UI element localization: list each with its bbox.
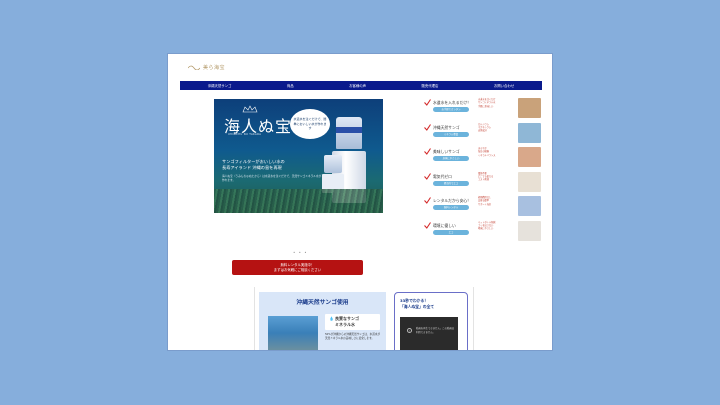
feature-bullet: 天然成分 bbox=[478, 129, 487, 133]
seagrass-background bbox=[214, 189, 383, 213]
feature-title: レンタルだから安心！ bbox=[433, 198, 471, 203]
check-icon bbox=[424, 197, 431, 204]
logo-wave-icon bbox=[188, 65, 200, 70]
feature-bullets: まろやか 毎日の健康 ミネラルバランス bbox=[478, 147, 516, 157]
feature-pill: ミネラル豊富 bbox=[433, 131, 469, 137]
feature-thumbnail bbox=[518, 122, 541, 143]
hero-subtitle: UMINCHU NU TAKARA bbox=[228, 133, 262, 136]
video-error-message: 動画を再生できません。この動画は利用できません。 bbox=[416, 327, 455, 334]
logo-text: 美ら海宝 bbox=[203, 64, 226, 71]
warning-icon: ! bbox=[407, 328, 412, 333]
coral-description: 50%が沖縄からの沖縄天然サンゴは、水道水が天然ミネラル水の美味しさに変化します… bbox=[325, 333, 381, 340]
coral-reef-photo bbox=[268, 316, 318, 350]
video-player[interactable]: ! 動画を再生できません。この動画は利用できません。 bbox=[400, 317, 458, 350]
feature-thumbnail bbox=[518, 220, 541, 241]
feature-pill: 身体にやさしい bbox=[433, 156, 469, 161]
cta-line-2: まずはお気軽にご相談ください bbox=[273, 267, 322, 272]
feature-row[interactable]: 環境に優しい エコ ペットボトル削減 ゴミを出さない 地球にやさしい bbox=[424, 220, 544, 246]
nav-item-reviews[interactable]: お客様の声 bbox=[349, 83, 366, 88]
feature-pill: 経済的でエコ bbox=[433, 180, 469, 186]
feature-bullets: ペットボトル削減 ゴミを出さない 地球にやさしい bbox=[478, 221, 516, 231]
feature-pill: 無料レンタル bbox=[433, 205, 469, 210]
feature-row[interactable]: 電気代ゼロ 経済的でエコ 電源不要 どこでも使える コスト削減 bbox=[424, 171, 544, 197]
feature-title: 美味しいサンゴ bbox=[433, 149, 460, 154]
nav-item-products[interactable]: 商品 bbox=[287, 83, 294, 88]
coral-card: 沖縄天然サンゴ使用 💧 良質なサンゴ ミネラル水 50%が沖縄からの沖縄天然サン… bbox=[259, 292, 386, 350]
feature-bullets: 電源不要 どこでも使える コスト削減 bbox=[478, 172, 516, 182]
site-logo[interactable]: 美ら海宝 bbox=[188, 62, 225, 72]
feature-thumbnail bbox=[518, 196, 541, 216]
feature-bullets: 水道水を注ぐだけ サンゴミネラル水 手軽に美味しい bbox=[478, 98, 516, 108]
nav-item-coral[interactable]: 沖縄天然サンゴ bbox=[208, 83, 232, 88]
video-card: 33秒でわかる！ 「海人ぬ宝」の全て ! 動画を再生できません。この動画は利用で… bbox=[394, 292, 468, 350]
feature-thumbnail bbox=[518, 147, 541, 167]
feature-title: 環境に優しい bbox=[433, 222, 456, 228]
coral-box-title-2: ミネラル水 bbox=[335, 322, 355, 327]
feature-bullets: 初期費用なし 交換も簡単 サポート充実 bbox=[478, 196, 516, 206]
check-icon bbox=[424, 172, 431, 180]
feature-row[interactable]: 水道水を入れるだけ！ お手軽でカンタン 水道水を注ぐだけ サンゴミネラル水 手軽に美味し… bbox=[424, 98, 544, 123]
check-icon bbox=[424, 99, 431, 106]
feature-bullets: カルシウム マグネシウム 天然成分 bbox=[478, 123, 516, 133]
feature-title: 電気代ゼロ bbox=[433, 173, 452, 179]
coral-heading: 沖縄天然サンゴ使用 bbox=[296, 300, 349, 306]
video-title-2: 「海人ぬ宝」の全て bbox=[400, 304, 435, 309]
feature-bullet: サポート充実 bbox=[478, 202, 492, 206]
feature-title: 沖縄天然サンゴ bbox=[433, 124, 460, 130]
feature-bullet: コスト削減 bbox=[478, 178, 489, 182]
nav-item-agents[interactable]: 販売代理店 bbox=[422, 83, 439, 88]
coral-subtitle-box: 💧 良質なサンゴ ミネラル水 bbox=[325, 314, 380, 330]
feature-title: 水道水を入れるだけ！ bbox=[433, 100, 471, 105]
droplet-icon: 💧 bbox=[329, 316, 334, 321]
feature-row[interactable]: 美味しいサンゴ身体にやさしい まろやか 毎日の健康 ミネラルバランス bbox=[424, 147, 544, 172]
feature-pill: お手軽でカンタン bbox=[433, 107, 469, 112]
water-dispenser-small-image bbox=[322, 155, 344, 193]
main-nav: 沖縄天然サンゴ 商品 お客様の声 販売代理店 お問い合わせ bbox=[180, 81, 542, 90]
hero-banner[interactable]: 海人ぬ宝 UMINCHU NU TAKARA 水道水を注ぐだけで、簡単においしい… bbox=[214, 99, 383, 213]
feature-bullet: ミネラルバランス bbox=[478, 153, 496, 157]
crown-ornament-icon bbox=[242, 105, 258, 113]
feature-row[interactable]: レンタルだから安心！ 無料レンタル 初期費用なし 交換も簡単 サポート充実 bbox=[424, 196, 544, 221]
feature-row[interactable]: 沖縄天然サンゴ ミネラル豊富 カルシウム マグネシウム 天然成分 bbox=[424, 122, 544, 148]
hero-bubble: 水道水を注ぐだけで、簡単においしい水が作れます bbox=[290, 109, 330, 139]
check-icon bbox=[424, 221, 431, 229]
rental-cta-button[interactable]: 無料レンタル実施中！ まずはお気軽にご相談ください bbox=[232, 260, 363, 275]
feature-bullet: 地球にやさしい bbox=[478, 227, 494, 231]
check-icon bbox=[424, 123, 431, 131]
feature-bullet: 手軽に美味しい bbox=[478, 104, 494, 108]
hero-headline-2: 長寿アイランド 沖縄の島を再現 bbox=[222, 165, 282, 170]
feature-list: 水道水を入れるだけ！ お手軽でカンタン 水道水を注ぐだけ サンゴミネラル水 手軽に美味し… bbox=[424, 98, 544, 245]
check-icon bbox=[424, 148, 431, 155]
feature-thumbnail bbox=[518, 171, 541, 192]
browser-page: 美ら海宝 沖縄天然サンゴ 商品 お客様の声 販売代理店 お問い合わせ 海人ぬ宝 … bbox=[167, 53, 553, 351]
feature-pill: エコ bbox=[433, 229, 469, 235]
carousel-dots[interactable]: • • • bbox=[293, 250, 308, 255]
feature-thumbnail bbox=[518, 98, 541, 118]
hero-body-text: 海人ぬ宝（うみんちゅぬたから）は水道水を注ぐだけで、天然サンゴミネラル水が作れま… bbox=[222, 174, 322, 182]
nav-item-contact[interactable]: お問い合わせ bbox=[494, 83, 514, 88]
